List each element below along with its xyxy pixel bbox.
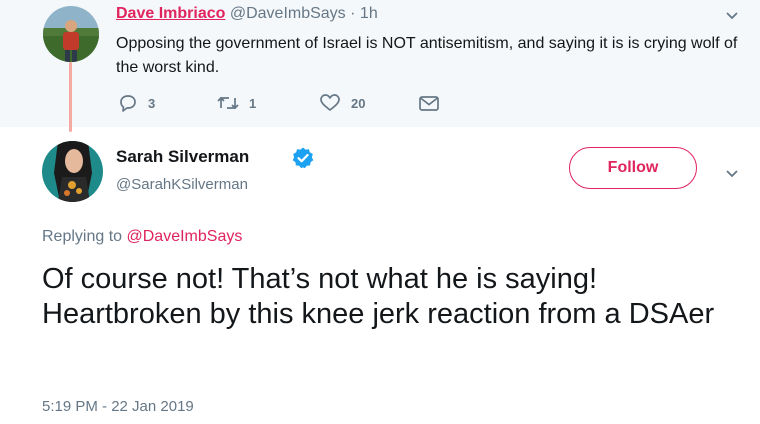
replying-prefix: Replying to (42, 228, 123, 245)
parent-handle[interactable]: @DaveImbSays (230, 5, 346, 22)
parent-display-name[interactable]: Dave Imbriaco (116, 5, 225, 22)
chevron-down-icon[interactable] (724, 165, 740, 186)
parent-tweet-text: Opposing the government of Israel is NOT… (116, 35, 738, 76)
like-icon (319, 93, 341, 113)
follow-button[interactable]: Follow (569, 147, 697, 189)
retweet-button[interactable]: 1 (217, 93, 256, 113)
chevron-down-icon[interactable] (724, 7, 740, 28)
replying-to-link[interactable]: @DaveImbSays (127, 228, 243, 245)
main-handle[interactable]: @SarahKSilverman (116, 176, 248, 193)
tweet-timestamp[interactable]: 5:19 PM - 22 Jan 2019 (42, 398, 194, 415)
retweet-icon (217, 93, 239, 113)
reply-count: 3 (148, 95, 156, 111)
verified-badge-icon (291, 146, 315, 175)
direct-message-button[interactable] (418, 93, 440, 113)
main-display-name[interactable]: Sarah Silverman (116, 147, 249, 167)
like-button[interactable]: 20 (319, 93, 365, 113)
retweet-count: 1 (249, 95, 257, 111)
main-avatar[interactable] (42, 141, 103, 202)
like-count: 20 (351, 95, 366, 111)
main-tweet-text: Of course not! That’s not what he is say… (42, 263, 715, 330)
parent-tweet[interactable]: Dave Imbriaco @DaveImbSays · 1h Opposing… (0, 0, 760, 132)
replying-to-line: Replying to @DaveImbSays (42, 228, 242, 246)
thread-connector-line (69, 62, 72, 132)
reply-icon (118, 93, 138, 113)
parent-avatar[interactable] (43, 6, 99, 62)
parent-separator: · (350, 5, 356, 22)
reply-button[interactable]: 3 (118, 93, 155, 113)
parent-tweet-header: Dave Imbriaco @DaveImbSays · 1h (116, 5, 378, 23)
parent-time-ago[interactable]: 1h (360, 5, 378, 22)
direct-message-icon (418, 93, 440, 113)
